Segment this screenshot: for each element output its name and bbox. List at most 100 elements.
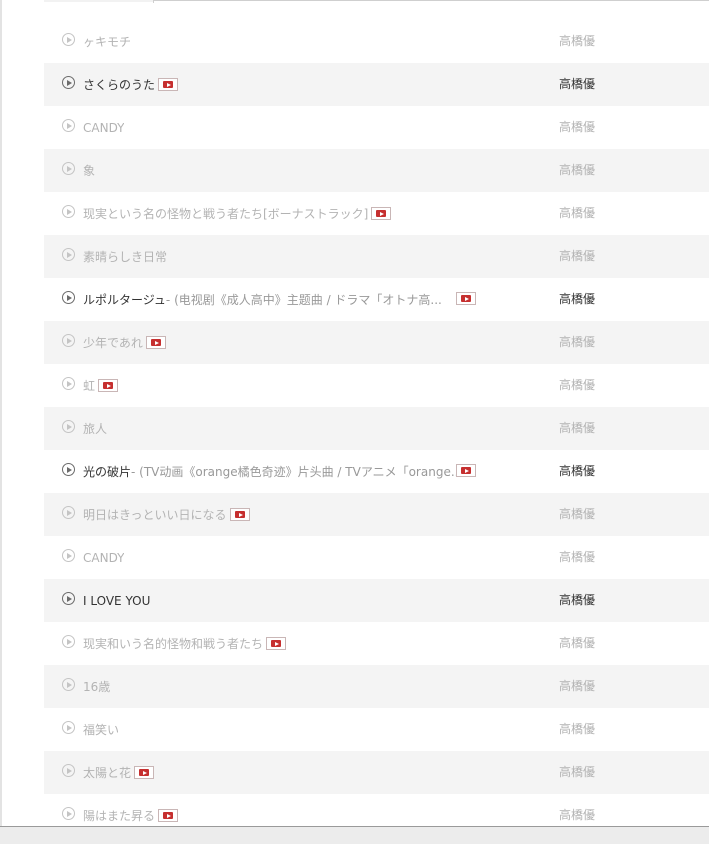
- song-artist[interactable]: 高橋優: [559, 321, 595, 364]
- song-title[interactable]: 陽はまた昇る: [83, 807, 155, 824]
- song-row[interactable]: 象 高橋優 《: [44, 149, 709, 192]
- song-title[interactable]: ルポルタージュ: [83, 291, 166, 308]
- song-album[interactable]: 《: [704, 63, 709, 106]
- mv-icon[interactable]: [145, 336, 166, 349]
- song-row[interactable]: ルポルタージュ - (电视剧《成人高中》主题曲 / ドラマ「オトナ高... 高橋…: [44, 278, 709, 321]
- song-row[interactable]: 旅人 高橋優 《: [44, 407, 709, 450]
- song-row[interactable]: 现実という名の怪物と戦う者たち[ボーナストラック] 高橋優 《: [44, 192, 709, 235]
- play-icon[interactable]: [62, 291, 75, 304]
- mv-icon[interactable]: [371, 207, 392, 220]
- mv-icon[interactable]: [134, 766, 155, 779]
- play-icon[interactable]: [62, 678, 75, 691]
- song-title[interactable]: さくらのうた: [83, 76, 155, 93]
- song-artist[interactable]: 高橋優: [559, 278, 595, 321]
- song-artist[interactable]: 高橋優: [559, 20, 595, 63]
- play-icon[interactable]: [62, 764, 75, 777]
- song-row[interactable]: 现実和いう名的怪物和戦う者たち 高橋優 《: [44, 622, 709, 665]
- song-title[interactable]: 光の破片: [83, 463, 131, 480]
- song-album[interactable]: 《: [704, 149, 709, 192]
- song-artist[interactable]: 高橋優: [559, 106, 595, 149]
- play-icon[interactable]: [62, 119, 75, 132]
- play-icon[interactable]: [62, 807, 75, 820]
- song-artist[interactable]: 高橋優: [559, 579, 595, 622]
- song-album[interactable]: 《: [704, 364, 709, 407]
- song-album[interactable]: 《: [704, 579, 709, 622]
- song-title[interactable]: 太陽と花: [83, 764, 131, 781]
- song-title[interactable]: ヶキモチ: [83, 33, 131, 50]
- song-album[interactable]: 《: [704, 536, 709, 579]
- song-row[interactable]: 16歳 高橋優 《: [44, 665, 709, 708]
- song-row[interactable]: 光の破片 - (TV动画《orange橘色奇迹》片头曲 / TVアニメ「oran…: [44, 450, 709, 493]
- mv-icon[interactable]: [158, 809, 179, 822]
- song-row[interactable]: I LOVE YOU 高橋優 《: [44, 579, 709, 622]
- play-icon[interactable]: [62, 334, 75, 347]
- song-artist[interactable]: 高橋優: [559, 364, 595, 407]
- mv-icon[interactable]: [456, 464, 476, 477]
- song-album[interactable]: 《: [704, 708, 709, 751]
- song-title[interactable]: 旅人: [83, 420, 107, 437]
- song-row[interactable]: CANDY 高橋優 《: [44, 536, 709, 579]
- song-row[interactable]: 陽はまた昇る 高橋優 《: [44, 794, 709, 826]
- song-row[interactable]: 素晴らしき日常 高橋優 《: [44, 235, 709, 278]
- song-album[interactable]: 《: [704, 493, 709, 536]
- song-row[interactable]: CANDY 高橋優 《: [44, 106, 709, 149]
- song-title[interactable]: CANDY: [83, 551, 124, 565]
- song-artist[interactable]: 高橋優: [559, 192, 595, 235]
- song-artist[interactable]: 高橋優: [559, 622, 595, 665]
- play-icon[interactable]: [62, 420, 75, 433]
- mv-icon[interactable]: [229, 508, 250, 521]
- song-album[interactable]: 《: [704, 192, 709, 235]
- song-album[interactable]: 《: [704, 106, 709, 149]
- play-icon[interactable]: [62, 248, 75, 261]
- song-album[interactable]: 《: [704, 407, 709, 450]
- song-row[interactable]: 福笑い 高橋優 《: [44, 708, 709, 751]
- play-icon[interactable]: [62, 76, 75, 89]
- song-artist[interactable]: 高橋優: [559, 63, 595, 106]
- song-title[interactable]: 福笑い: [83, 721, 119, 738]
- play-icon[interactable]: [62, 721, 75, 734]
- song-title[interactable]: 素晴らしき日常: [83, 248, 167, 265]
- song-title[interactable]: I LOVE YOU: [83, 594, 150, 608]
- song-album[interactable]: 《: [704, 622, 709, 665]
- song-artist[interactable]: 高橋優: [559, 493, 595, 536]
- mv-icon[interactable]: [266, 637, 287, 650]
- play-icon[interactable]: [62, 162, 75, 175]
- song-artist[interactable]: 高橋優: [559, 407, 595, 450]
- song-row[interactable]: 明日はきっといい日になる 高橋優 《: [44, 493, 709, 536]
- play-icon[interactable]: [62, 463, 75, 476]
- song-row[interactable]: 太陽と花 高橋優 《: [44, 751, 709, 794]
- song-album[interactable]: 《: [704, 794, 709, 826]
- song-row[interactable]: さくらのうた 高橋優 《: [44, 63, 709, 106]
- song-album[interactable]: 《: [704, 321, 709, 364]
- play-icon[interactable]: [62, 205, 75, 218]
- play-icon[interactable]: [62, 377, 75, 390]
- song-artist[interactable]: 高橋優: [559, 536, 595, 579]
- song-row[interactable]: ヶキモチ 高橋優 《: [44, 20, 709, 63]
- mv-icon[interactable]: [456, 292, 476, 305]
- song-artist[interactable]: 高橋優: [559, 149, 595, 192]
- song-album[interactable]: 《: [704, 450, 709, 493]
- song-album[interactable]: 《: [704, 235, 709, 278]
- song-title[interactable]: 少年であれ: [83, 334, 143, 351]
- song-title[interactable]: 象: [83, 162, 95, 179]
- song-row[interactable]: 少年であれ 高橋優 《: [44, 321, 709, 364]
- song-album[interactable]: 《: [704, 278, 709, 321]
- song-album[interactable]: 《: [704, 665, 709, 708]
- song-album[interactable]: 《: [704, 20, 709, 63]
- play-icon[interactable]: [62, 33, 75, 46]
- song-title[interactable]: 16歳: [83, 678, 110, 695]
- song-artist[interactable]: 高橋優: [559, 665, 595, 708]
- tab-active-indicator[interactable]: [44, 0, 154, 2]
- play-icon[interactable]: [62, 506, 75, 519]
- song-artist[interactable]: 高橋優: [559, 751, 595, 794]
- play-icon[interactable]: [62, 592, 75, 605]
- play-icon[interactable]: [62, 635, 75, 648]
- song-row[interactable]: 虹 高橋優 《: [44, 364, 709, 407]
- song-title[interactable]: CANDY: [83, 121, 124, 135]
- song-artist[interactable]: 高橋優: [559, 235, 595, 278]
- song-artist[interactable]: 高橋優: [559, 794, 595, 826]
- song-title[interactable]: 虹: [83, 377, 95, 394]
- song-title[interactable]: 现実和いう名的怪物和戦う者たち: [83, 635, 263, 652]
- song-album[interactable]: 《: [704, 751, 709, 794]
- song-title[interactable]: 现実という名の怪物と戦う者たち[ボーナストラック]: [83, 205, 368, 222]
